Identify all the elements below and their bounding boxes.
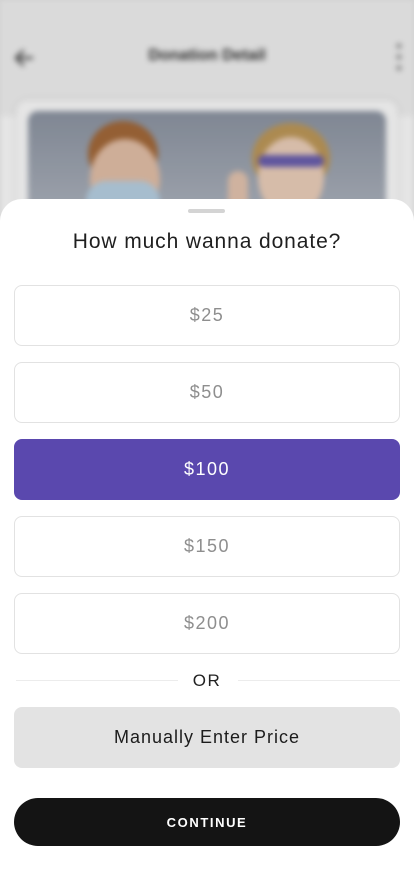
sheet-grabber-handle[interactable] xyxy=(188,209,225,213)
continue-button[interactable]: CONTINUE xyxy=(14,798,400,846)
sheet-title: How much wanna donate? xyxy=(72,230,342,253)
amount-option-50[interactable]: $50 xyxy=(14,362,400,423)
amount-option-100[interactable]: $100 xyxy=(14,439,400,500)
amount-option-150[interactable]: $150 xyxy=(14,516,400,577)
or-label: OR xyxy=(192,671,222,690)
amount-option-200[interactable]: $200 xyxy=(14,593,400,654)
donation-bottom-sheet: How much wanna donate? $25 $50 $100 $150… xyxy=(0,199,414,896)
manual-price-button[interactable]: Manually Enter Price xyxy=(14,707,400,768)
amount-option-25[interactable]: $25 xyxy=(14,285,400,346)
divider-line-right xyxy=(238,680,400,681)
or-divider: OR xyxy=(14,669,400,691)
